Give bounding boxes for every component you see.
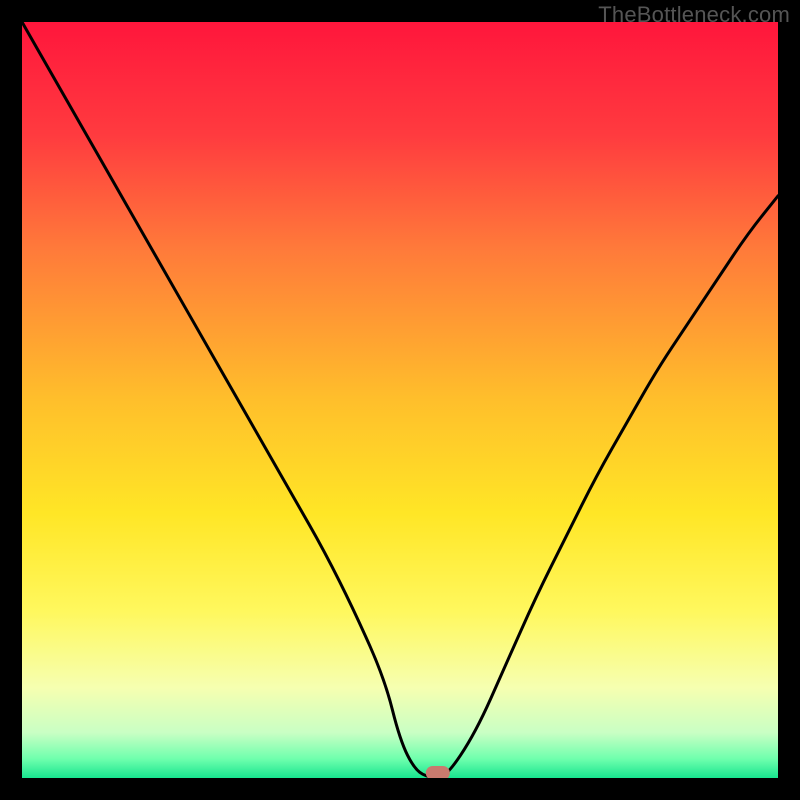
watermark-text: TheBottleneck.com (598, 2, 790, 28)
chart-frame: TheBottleneck.com (0, 0, 800, 800)
gradient-background (22, 22, 778, 778)
min-marker (426, 766, 450, 778)
plot-area (22, 22, 778, 778)
chart-svg (22, 22, 778, 778)
